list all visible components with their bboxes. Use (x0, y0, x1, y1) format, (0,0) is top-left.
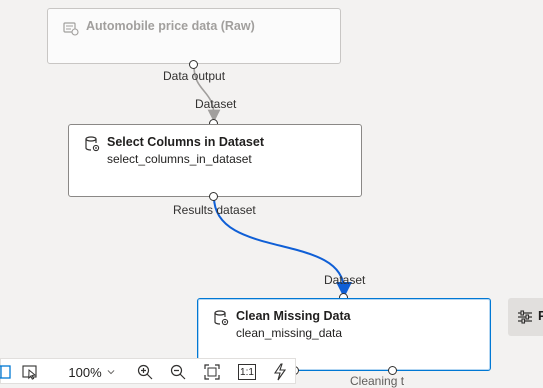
panel-icon[interactable] (0, 362, 13, 382)
zoom-level[interactable]: 100% (65, 362, 105, 382)
port-label-clean-input: Dataset (324, 273, 366, 287)
node-automobile-price-data[interactable]: Automobile price data (Raw) (47, 8, 341, 64)
output-port-data-output[interactable] (189, 60, 198, 69)
zoom-in-icon[interactable] (134, 362, 156, 382)
settings-sliders-icon (516, 308, 534, 326)
port-label-data-output: Data output (163, 69, 226, 83)
canvas-toolbar: 100% 1:1 (0, 358, 296, 384)
node-title: Automobile price data (Raw) (86, 19, 255, 33)
module-icon (212, 309, 230, 327)
auto-layout-icon[interactable] (269, 362, 291, 382)
node-subtitle: clean_missing_data (236, 326, 343, 340)
port-label-results-dataset: Results dataset (173, 203, 256, 217)
properties-panel-label: P (538, 308, 543, 323)
output-port-results-dataset[interactable] (209, 192, 218, 201)
fit-to-screen-icon[interactable] (201, 362, 223, 382)
node-title: Clean Missing Data (236, 309, 351, 323)
zoom-out-icon[interactable] (167, 362, 189, 382)
pipeline-canvas[interactable]: Automobile price data (Raw) Data output … (0, 0, 543, 388)
node-select-columns[interactable]: Select Columns in Dataset select_columns… (68, 124, 362, 197)
actual-size-icon[interactable]: 1:1 (238, 364, 256, 380)
port-label-cleaning: Cleaning t (350, 374, 405, 388)
node-title: Select Columns in Dataset (107, 135, 264, 149)
pointer-select-icon[interactable] (19, 362, 41, 382)
chevron-down-icon[interactable] (104, 362, 118, 382)
module-icon (83, 135, 101, 153)
port-label-select-input: Dataset (195, 97, 237, 111)
dataset-icon (62, 19, 80, 37)
properties-panel-button[interactable]: P (508, 298, 543, 336)
node-subtitle: select_columns_in_dataset (107, 152, 252, 166)
